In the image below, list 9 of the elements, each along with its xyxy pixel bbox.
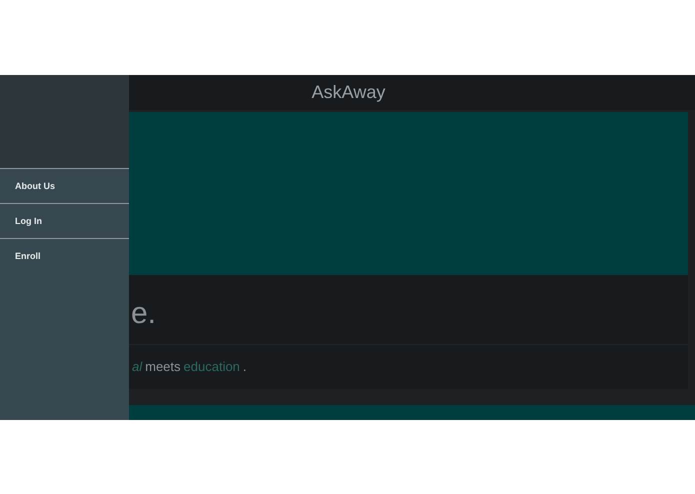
intro-heading: e. bbox=[131, 296, 156, 330]
drawer-item[interactable]: About Us bbox=[0, 168, 129, 203]
drawer-item[interactable]: Enroll bbox=[0, 238, 129, 273]
tagline-text: education bbox=[184, 358, 240, 374]
tagline-text: meets bbox=[145, 358, 181, 374]
app-title: AskAway bbox=[310, 82, 386, 103]
tagline-text: al bbox=[132, 358, 142, 374]
tagline-text: . bbox=[242, 358, 247, 374]
drawer-item[interactable]: Log In bbox=[0, 203, 129, 238]
